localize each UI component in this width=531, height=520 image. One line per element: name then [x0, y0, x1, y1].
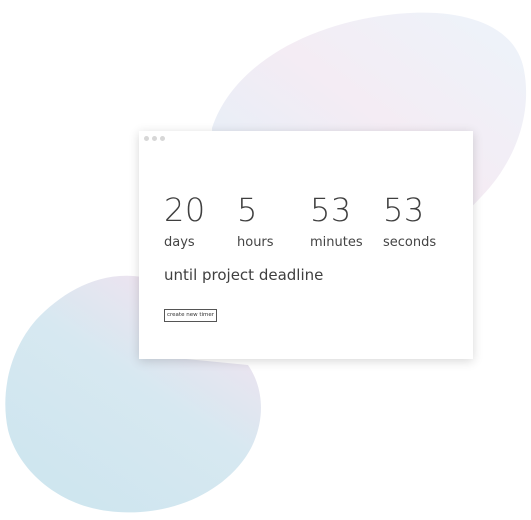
- countdown-seconds: 53 seconds: [383, 193, 463, 251]
- countdown-hours: 5 hours: [237, 193, 310, 251]
- countdown-days: 20 days: [164, 193, 237, 251]
- window-dot-3[interactable]: [160, 136, 165, 141]
- hours-value: 5: [237, 191, 258, 229]
- create-new-timer-button[interactable]: create new timer: [164, 309, 218, 322]
- deadline-caption: until project deadline: [164, 266, 324, 284]
- minutes-value: 53: [310, 191, 352, 229]
- countdown-units: 20 days 5 hours 53 minutes 53 seconds: [164, 193, 463, 251]
- days-label: days: [164, 235, 195, 250]
- hours-label: hours: [237, 235, 274, 250]
- window-dot-2[interactable]: [152, 136, 157, 141]
- window-controls: [144, 136, 165, 142]
- window-dot-1[interactable]: [144, 136, 149, 141]
- countdown-minutes: 53 minutes: [310, 193, 383, 251]
- days-value: 20: [164, 191, 206, 229]
- minutes-label: minutes: [310, 235, 363, 250]
- countdown-window: 20 days 5 hours 53 minutes 53 seconds un…: [139, 131, 473, 359]
- seconds-value: 53: [383, 191, 425, 229]
- seconds-label: seconds: [383, 235, 437, 250]
